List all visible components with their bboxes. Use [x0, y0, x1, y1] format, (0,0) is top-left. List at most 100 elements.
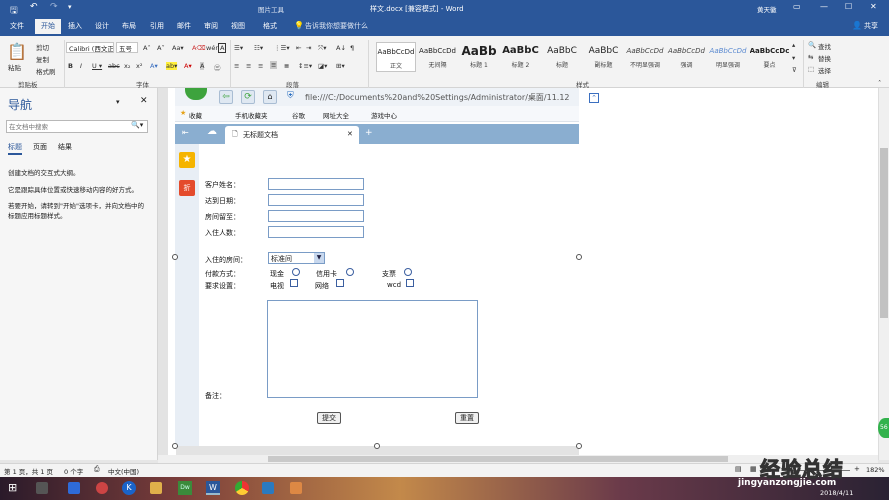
reset-button[interactable]: 重置: [455, 412, 479, 424]
layout-options-icon[interactable]: ⌃: [589, 93, 599, 103]
windows-start-icon[interactable]: ⊞: [8, 481, 17, 494]
chinese-layout-icon[interactable]: ⤧▾: [318, 44, 326, 53]
new-tab-icon[interactable]: +: [365, 128, 373, 138]
collapse-ribbon-icon[interactable]: ˄: [878, 79, 881, 87]
taskbar-app-icon[interactable]: [96, 482, 108, 494]
font-size-select[interactable]: 五号: [116, 42, 138, 53]
tab-nav-results[interactable]: 结果: [58, 142, 72, 152]
nav-close-icon[interactable]: ✕: [140, 96, 148, 106]
tab-insert[interactable]: 插入: [68, 21, 82, 31]
taskbar-app-icon[interactable]: [150, 482, 162, 494]
bullets-icon[interactable]: ☰▾: [234, 44, 243, 52]
resize-handle-top-left[interactable]: [172, 254, 178, 260]
guests-input[interactable]: [268, 226, 364, 238]
submit-button[interactable]: 提交: [317, 412, 341, 424]
grow-font-icon[interactable]: A˄: [143, 44, 151, 52]
format-painter-button[interactable]: 格式刷: [36, 66, 56, 76]
star-sidebar-icon[interactable]: ★: [179, 152, 195, 168]
refresh-icon[interactable]: ⟳: [241, 90, 255, 104]
address-bar[interactable]: file:///C:/Documents%20and%20Settings/Ad…: [305, 92, 577, 103]
language-status[interactable]: 中文(中国): [108, 466, 139, 476]
select-icon[interactable]: ⬚: [808, 65, 814, 73]
nav-options-icon[interactable]: ▾: [116, 98, 120, 106]
strikethrough-icon[interactable]: abc: [108, 62, 120, 70]
home-icon[interactable]: ⌂: [263, 90, 277, 104]
vertical-scroll-thumb[interactable]: [880, 148, 888, 318]
sidebar-toggle-icon[interactable]: ⇤: [182, 128, 189, 137]
taskbar-app-icon[interactable]: [235, 481, 249, 495]
taskbar-word-icon[interactable]: W: [206, 481, 220, 495]
multilevel-list-icon[interactable]: ⋮☰▾: [274, 44, 290, 52]
superscript-icon[interactable]: x²: [136, 62, 142, 70]
taskbar-app-icon[interactable]: [290, 482, 302, 494]
tab-close-icon[interactable]: ✕: [347, 130, 353, 138]
style-10[interactable]: AaBbCcDc 要点: [750, 42, 790, 72]
tab-nav-headings[interactable]: 标题: [8, 142, 22, 155]
page-count[interactable]: 第 1 页，共 1 页: [4, 466, 53, 476]
notes-textarea[interactable]: [267, 300, 478, 398]
bookmark-sidebar-icon[interactable]: 折: [179, 180, 195, 196]
enclose-char-icon[interactable]: ㊂: [214, 62, 221, 72]
zoom-in-icon[interactable]: +: [854, 465, 860, 473]
replace-icon[interactable]: ⇆: [808, 53, 813, 61]
paste-button[interactable]: 粘贴: [8, 62, 21, 72]
bold-icon[interactable]: B: [68, 62, 73, 70]
share-icon[interactable]: 👤: [852, 21, 862, 30]
resize-handle-bottom-right[interactable]: [576, 443, 582, 449]
save-icon[interactable]: 🖫: [10, 3, 18, 19]
style-4[interactable]: AaBbC 标题 2: [501, 42, 541, 72]
italic-icon[interactable]: I: [80, 62, 82, 70]
justify-icon[interactable]: ≡: [270, 61, 278, 69]
taskbar-app-icon[interactable]: [262, 482, 274, 494]
tab-design[interactable]: 设计: [95, 21, 109, 31]
search-icon[interactable]: 🔍▾: [131, 121, 143, 129]
font-name-select[interactable]: Calibri (西文正: [66, 42, 114, 53]
distributed-icon[interactable]: ≣: [284, 62, 289, 70]
paste-icon[interactable]: 📋: [7, 42, 27, 61]
cloud-icon[interactable]: ☁: [207, 126, 217, 137]
back-icon[interactable]: ⇦: [219, 90, 233, 104]
style-6[interactable]: AaBbC 副标题: [584, 42, 624, 72]
numbering-icon[interactable]: ☷▾: [254, 44, 263, 52]
req-tv-checkbox[interactable]: [290, 279, 298, 287]
print-layout-icon[interactable]: ▦: [750, 465, 757, 473]
char-border-icon[interactable]: A: [218, 43, 227, 53]
style-7[interactable]: AaBbCcDd 不明显强调: [625, 42, 665, 72]
fav-google[interactable]: 谷歌: [292, 110, 305, 120]
maximize-button[interactable]: ☐: [845, 2, 852, 11]
pay-cash-radio[interactable]: [292, 268, 300, 276]
taskbar-app-icon[interactable]: Dw: [178, 481, 192, 495]
fav-games[interactable]: 游戏中心: [371, 110, 397, 120]
gallery-down-icon[interactable]: ▾: [792, 54, 795, 62]
room-hold-input[interactable]: [268, 210, 364, 222]
pay-card-radio[interactable]: [346, 268, 354, 276]
copy-button[interactable]: 复制: [36, 54, 49, 64]
tab-references[interactable]: 引用: [150, 21, 164, 31]
word-count[interactable]: 0 个字: [64, 466, 83, 476]
tab-nav-pages[interactable]: 页面: [33, 142, 47, 152]
undo-icon[interactable]: ↶: [30, 2, 38, 12]
proofing-icon[interactable]: ⎙: [94, 465, 100, 474]
badge-icon[interactable]: 56: [878, 418, 889, 438]
highlight-icon[interactable]: ab▾: [166, 62, 178, 70]
nav-search-input[interactable]: [7, 121, 125, 132]
shrink-font-icon[interactable]: A˅: [157, 44, 165, 52]
change-case-icon[interactable]: Aa▾: [172, 44, 184, 52]
style-8[interactable]: AaBbCcDd 强调: [667, 42, 707, 72]
gallery-up-icon[interactable]: ▴: [792, 41, 795, 49]
font-color-icon[interactable]: A▾: [184, 62, 192, 70]
room-type-select[interactable]: 标准间 ▼: [268, 252, 325, 264]
shading-icon[interactable]: ◪▾: [318, 62, 327, 70]
fav-favorites[interactable]: 收藏: [189, 110, 202, 120]
zoom-level[interactable]: 182%: [866, 466, 885, 474]
select-button[interactable]: 选择: [818, 65, 831, 75]
char-shading-icon[interactable]: A: [200, 62, 205, 70]
arrival-date-input[interactable]: [268, 194, 364, 206]
text-effects-icon[interactable]: A▾: [150, 62, 158, 70]
sort-icon[interactable]: A↓: [336, 44, 346, 52]
resize-handle-bottom-center[interactable]: [374, 443, 380, 449]
resize-handle-bottom-left[interactable]: [172, 443, 178, 449]
ribbon-display-icon[interactable]: ▭: [793, 2, 801, 11]
taskbar-app-icon[interactable]: [36, 482, 48, 494]
tell-me-box[interactable]: 告诉我你想要做什么: [305, 21, 368, 31]
